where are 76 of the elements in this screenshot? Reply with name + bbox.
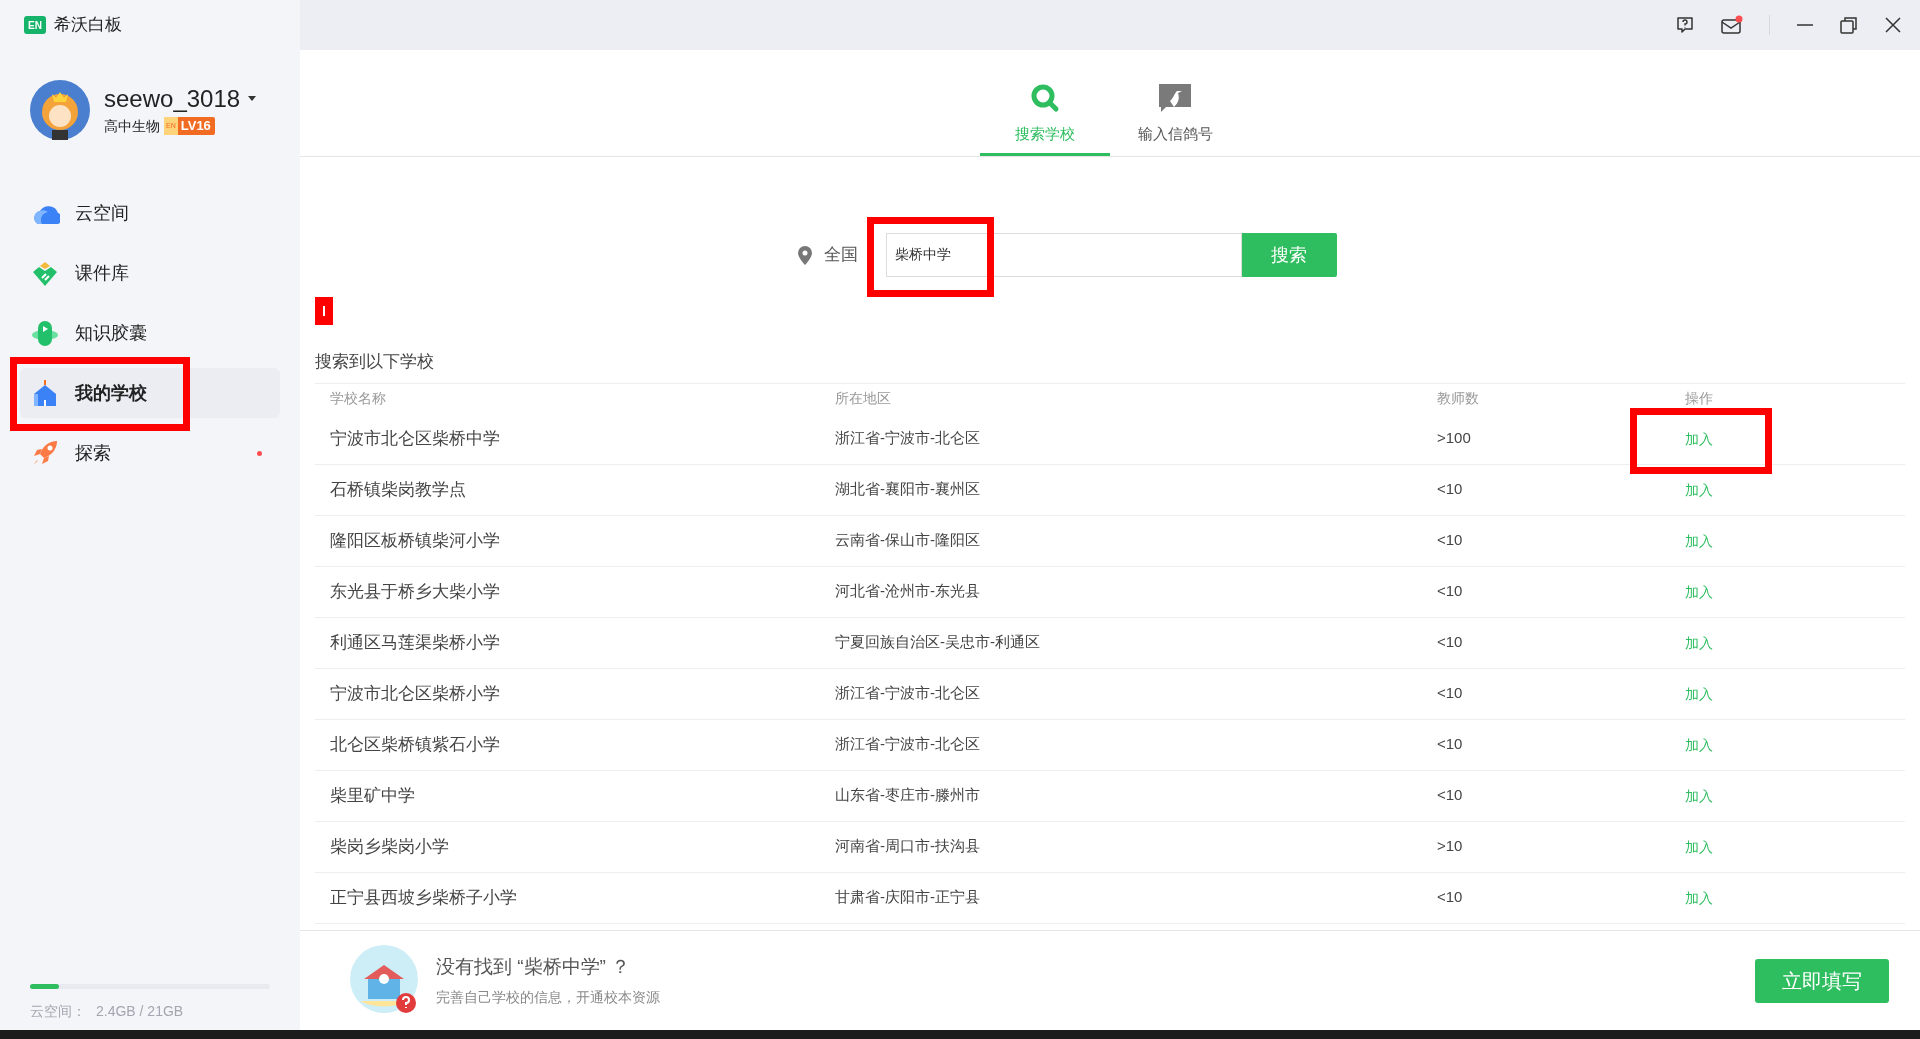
not-found-message: 没有找到 “柴桥中学” ？ bbox=[436, 954, 632, 979]
table-cell-text: >10 bbox=[1437, 836, 1464, 857]
location-pin-icon bbox=[797, 245, 812, 265]
table-cell-text: <10 bbox=[1437, 479, 1464, 500]
table-cell-text: 宁波市北仑区柴桥小学 bbox=[330, 682, 501, 705]
table-cell-text: 宁波市北仑区柴桥中学 bbox=[330, 427, 501, 450]
table-cell-text: 宁夏回族自治区-吴忠市-利通区 bbox=[835, 632, 1041, 653]
username: seewo_3018 bbox=[104, 83, 241, 114]
results-title: 搜索到以下学校 bbox=[315, 351, 435, 373]
join-link[interactable]: 加入 bbox=[1685, 430, 1713, 447]
restore-icon[interactable] bbox=[1840, 16, 1858, 34]
table-cell-text: 隆阳区板桥镇柴河小学 bbox=[330, 529, 501, 552]
table-cell-text: 柴里矿中学 bbox=[330, 784, 416, 807]
mail-icon[interactable] bbox=[1721, 15, 1743, 35]
close-icon[interactable] bbox=[1884, 16, 1902, 34]
not-found-hint: 完善自己学校的信息，开通校本资源 bbox=[436, 988, 660, 1008]
storage-label: 云空间： bbox=[30, 1002, 86, 1021]
search-icon bbox=[1030, 82, 1060, 113]
table-cell-text: 北仑区柴桥镇紫石小学 bbox=[330, 733, 501, 756]
table-cell-text: 石桥镇柴岗教学点 bbox=[330, 478, 467, 501]
table-cell-text: 河南省-周口市-扶沟县 bbox=[835, 836, 981, 857]
table-cell-text: 浙江省-宁波市-北仑区 bbox=[835, 683, 981, 704]
table-cell-text: <10 bbox=[1437, 683, 1464, 704]
sidebar-item[interactable]: 知识胶囊 bbox=[20, 308, 280, 358]
level-text: LV16 bbox=[180, 117, 211, 136]
tab[interactable]: 搜索学校 bbox=[980, 50, 1110, 156]
sidebar-item[interactable]: 课件库 bbox=[20, 248, 280, 298]
table-cell-text: <10 bbox=[1437, 887, 1464, 908]
fill-in-button[interactable]: 立即填写 bbox=[1755, 958, 1889, 1003]
join-link[interactable]: 加入 bbox=[1685, 583, 1713, 600]
join-link[interactable]: 加入 bbox=[1685, 736, 1713, 753]
sidebar-item[interactable]: 我的学校 bbox=[20, 368, 280, 418]
table-cell-text: <10 bbox=[1437, 581, 1464, 602]
column-header: 操作 bbox=[1685, 389, 1714, 408]
app-logo: EN bbox=[24, 16, 46, 34]
app-title: 希沃白板 bbox=[54, 14, 122, 37]
join-link[interactable]: 加入 bbox=[1685, 532, 1713, 549]
table-cell-text: <10 bbox=[1437, 632, 1464, 653]
table-cell-text: 浙江省-宁波市-北仑区 bbox=[835, 734, 981, 755]
help-icon[interactable] bbox=[1675, 15, 1695, 35]
table-cell-text: <10 bbox=[1437, 530, 1464, 551]
table-cell-text: 利通区马莲渠柴桥小学 bbox=[330, 631, 501, 654]
column-header: 所在地区 bbox=[835, 389, 892, 408]
rocket-icon bbox=[30, 438, 60, 468]
sidebar-item[interactable]: 探索 bbox=[20, 428, 280, 478]
search-button[interactable]: 搜索 bbox=[1241, 233, 1337, 277]
column-header: 教师数 bbox=[1437, 389, 1480, 408]
join-link[interactable]: 加入 bbox=[1685, 481, 1713, 498]
join-link[interactable]: 加入 bbox=[1685, 889, 1713, 906]
join-link[interactable]: 加入 bbox=[1685, 838, 1713, 855]
table-cell-text: 柴岗乡柴岗小学 bbox=[330, 835, 450, 858]
table-cell-text: 甘肃省-庆阳市-正宁县 bbox=[835, 887, 981, 908]
storage-usage: 2.4GB / 21GB bbox=[96, 1002, 184, 1021]
dropdown-caret-icon[interactable] bbox=[248, 96, 257, 101]
table-cell-text: >100 bbox=[1437, 428, 1472, 449]
table-cell-text: <10 bbox=[1437, 734, 1464, 755]
table-cell-text: 山东省-枣庄市-滕州市 bbox=[835, 785, 981, 806]
avatar-icon bbox=[30, 80, 90, 140]
region-selector[interactable]: 全国 bbox=[823, 242, 858, 268]
column-header: 学校名称 bbox=[330, 389, 387, 408]
join-link[interactable]: 加入 bbox=[1685, 685, 1713, 702]
table-cell-text: <10 bbox=[1437, 785, 1464, 806]
search-field[interactable]: 柴桥中学 bbox=[885, 233, 1242, 277]
sidebar-item[interactable]: 云空间 bbox=[20, 188, 280, 238]
table-cell-text: 东光县于桥乡大柴小学 bbox=[330, 580, 501, 603]
tab[interactable]: 输入信鸽号 bbox=[1110, 50, 1240, 156]
user-subject: 高中生物 bbox=[104, 116, 160, 136]
table-cell-text: 云南省-保山市-隆阳区 bbox=[835, 530, 981, 551]
capsule-icon bbox=[30, 318, 60, 348]
join-link[interactable]: 加入 bbox=[1685, 787, 1713, 804]
bird-icon bbox=[1158, 82, 1192, 113]
table-cell-text: 浙江省-宁波市-北仑区 bbox=[835, 428, 981, 449]
table-cell-text: 河北省-沧州市-东光县 bbox=[835, 581, 981, 602]
join-link[interactable]: 加入 bbox=[1685, 634, 1713, 651]
table-cell-text: 湖北省-襄阳市-襄州区 bbox=[835, 479, 981, 500]
table-cell-text: 正宁县西坡乡柴桥子小学 bbox=[330, 886, 518, 909]
